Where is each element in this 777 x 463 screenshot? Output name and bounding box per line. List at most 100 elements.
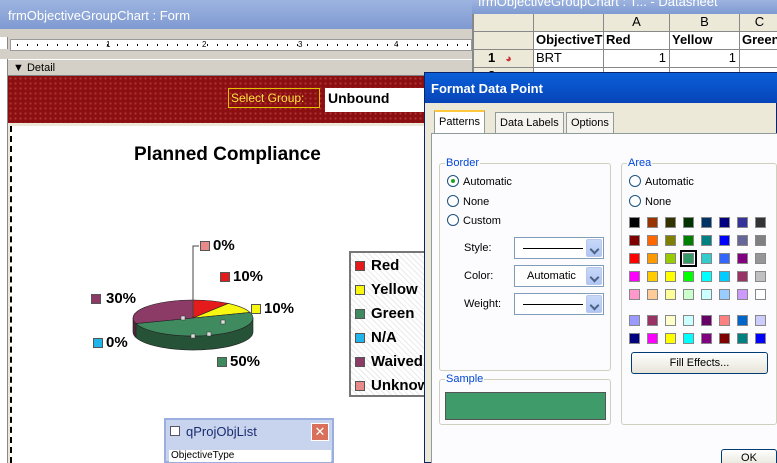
tab-options[interactable]: Options — [566, 112, 614, 133]
color-swatch[interactable] — [629, 333, 640, 344]
color-swatch[interactable] — [701, 253, 712, 264]
color-swatch[interactable] — [737, 289, 748, 300]
color-swatch[interactable] — [755, 235, 766, 246]
datasheet-cell[interactable]: BRT — [534, 50, 604, 68]
color-swatch[interactable] — [719, 333, 730, 344]
datasheet-header-cell[interactable]: Red — [604, 32, 670, 50]
chevron-down-icon[interactable] — [586, 295, 602, 313]
border-automatic-radio[interactable]: Automatic — [447, 175, 512, 188]
color-swatch[interactable] — [665, 271, 676, 282]
pie-data-label[interactable]: 0% — [106, 334, 128, 351]
color-swatch[interactable] — [647, 315, 658, 326]
ok-button[interactable]: OK — [721, 449, 777, 463]
color-swatch[interactable] — [755, 333, 766, 344]
chart-legend[interactable]: Red Yellow Green N/A Waived Unknow — [349, 251, 428, 397]
color-swatch[interactable] — [719, 315, 730, 326]
chevron-down-icon[interactable] — [586, 239, 602, 257]
datasheet-header-cell[interactable]: ObjectiveT — [534, 32, 604, 50]
color-swatch[interactable] — [680, 250, 697, 267]
datasheet-corner[interactable] — [474, 14, 534, 32]
vertical-ruler[interactable] — [0, 59, 8, 463]
color-swatch[interactable] — [665, 253, 676, 264]
color-swatch[interactable] — [701, 217, 712, 228]
border-custom-radio[interactable]: Custom — [447, 214, 501, 227]
detail-section-bar[interactable]: ▼ Detail — [8, 59, 472, 76]
color-swatch[interactable] — [719, 289, 730, 300]
color-swatch[interactable] — [665, 217, 676, 228]
datasheet-grid[interactable]: ABCObjectiveTRedYellowGreen1◕BRT112 — [472, 14, 777, 86]
legend-entry[interactable]: Yellow — [355, 281, 418, 303]
color-swatch[interactable] — [629, 289, 640, 300]
weight-combo[interactable] — [514, 293, 604, 315]
form-title-bar[interactable]: frmObjectiveGroupChart : Form — [0, 0, 472, 29]
datasheet-cell[interactable]: 1 — [604, 50, 670, 68]
color-swatch[interactable] — [629, 217, 640, 228]
color-swatch[interactable] — [683, 315, 694, 326]
color-swatch[interactable] — [701, 289, 712, 300]
close-icon[interactable]: ✕ — [311, 423, 329, 441]
row-header-blank[interactable] — [474, 32, 534, 50]
color-swatch[interactable] — [701, 333, 712, 344]
color-swatch[interactable] — [683, 217, 694, 228]
color-swatch[interactable] — [737, 271, 748, 282]
color-swatch[interactable] — [647, 253, 658, 264]
color-swatch[interactable] — [755, 253, 766, 264]
legend-entry[interactable]: Green — [355, 305, 414, 327]
color-swatch[interactable] — [665, 235, 676, 246]
color-swatch[interactable] — [629, 271, 640, 282]
area-automatic-radio[interactable]: Automatic — [629, 175, 694, 188]
pie-data-label[interactable]: 10% — [264, 300, 294, 317]
tab-data-labels[interactable]: Data Labels — [495, 112, 564, 133]
pie-data-label[interactable]: 0% — [213, 237, 235, 254]
color-swatch[interactable] — [683, 235, 694, 246]
color-swatch[interactable] — [755, 217, 766, 228]
datasheet-header-cell[interactable]: Yellow — [670, 32, 740, 50]
color-swatch[interactable] — [683, 333, 694, 344]
color-swatch[interactable] — [737, 315, 748, 326]
tab-patterns[interactable]: Patterns — [434, 110, 485, 134]
color-swatch[interactable] — [737, 333, 748, 344]
datasheet-title-bar[interactable]: frmObjectiveGroupChart : T... - Datashee… — [472, 0, 777, 14]
row-header[interactable]: 1 ◕ — [474, 50, 534, 68]
fill-effects-button[interactable]: Fill Effects... — [631, 352, 768, 374]
group-combo-box[interactable]: Unbound — [325, 88, 425, 112]
color-swatch[interactable] — [665, 315, 676, 326]
color-swatch[interactable] — [737, 217, 748, 228]
chevron-down-icon[interactable] — [586, 267, 602, 285]
legend-entry[interactable]: Waived — [355, 353, 423, 375]
datasheet-header-cell[interactable]: Green — [740, 32, 777, 50]
color-swatch[interactable] — [665, 289, 676, 300]
color-swatch[interactable] — [701, 235, 712, 246]
dialog-title-bar[interactable]: Format Data Point — [425, 73, 777, 103]
selection-handle[interactable] — [206, 331, 212, 337]
style-combo[interactable] — [514, 237, 604, 259]
color-swatch[interactable] — [719, 253, 730, 264]
color-swatch[interactable] — [665, 333, 676, 344]
color-swatch[interactable] — [647, 289, 658, 300]
color-swatch[interactable] — [683, 271, 694, 282]
color-swatch[interactable] — [719, 235, 730, 246]
color-swatch[interactable] — [737, 235, 748, 246]
color-swatch[interactable] — [647, 235, 658, 246]
column-header-c[interactable]: C — [740, 14, 777, 32]
color-swatch[interactable] — [647, 333, 658, 344]
color-swatch[interactable] — [755, 271, 766, 282]
color-swatch[interactable] — [701, 271, 712, 282]
selection-handle[interactable] — [220, 319, 226, 325]
color-swatch[interactable] — [629, 315, 640, 326]
color-swatch[interactable] — [737, 253, 748, 264]
legend-entry[interactable]: Red — [355, 257, 399, 279]
query-field-item[interactable]: ObjectiveType — [169, 450, 331, 462]
color-swatch[interactable] — [647, 271, 658, 282]
column-header-blank[interactable] — [534, 14, 604, 32]
legend-entry[interactable]: Unknow — [355, 377, 426, 395]
pie-data-label[interactable]: 30% — [106, 290, 136, 307]
column-header-b[interactable]: B — [670, 14, 740, 32]
datasheet-cell[interactable] — [740, 50, 777, 68]
color-swatch[interactable] — [755, 289, 766, 300]
area-none-radio[interactable]: None — [629, 195, 671, 208]
pie-data-label[interactable]: 50% — [230, 353, 260, 370]
datasheet-cell[interactable]: 1 — [670, 50, 740, 68]
color-swatch[interactable] — [719, 271, 730, 282]
legend-entry[interactable]: N/A — [355, 329, 397, 351]
